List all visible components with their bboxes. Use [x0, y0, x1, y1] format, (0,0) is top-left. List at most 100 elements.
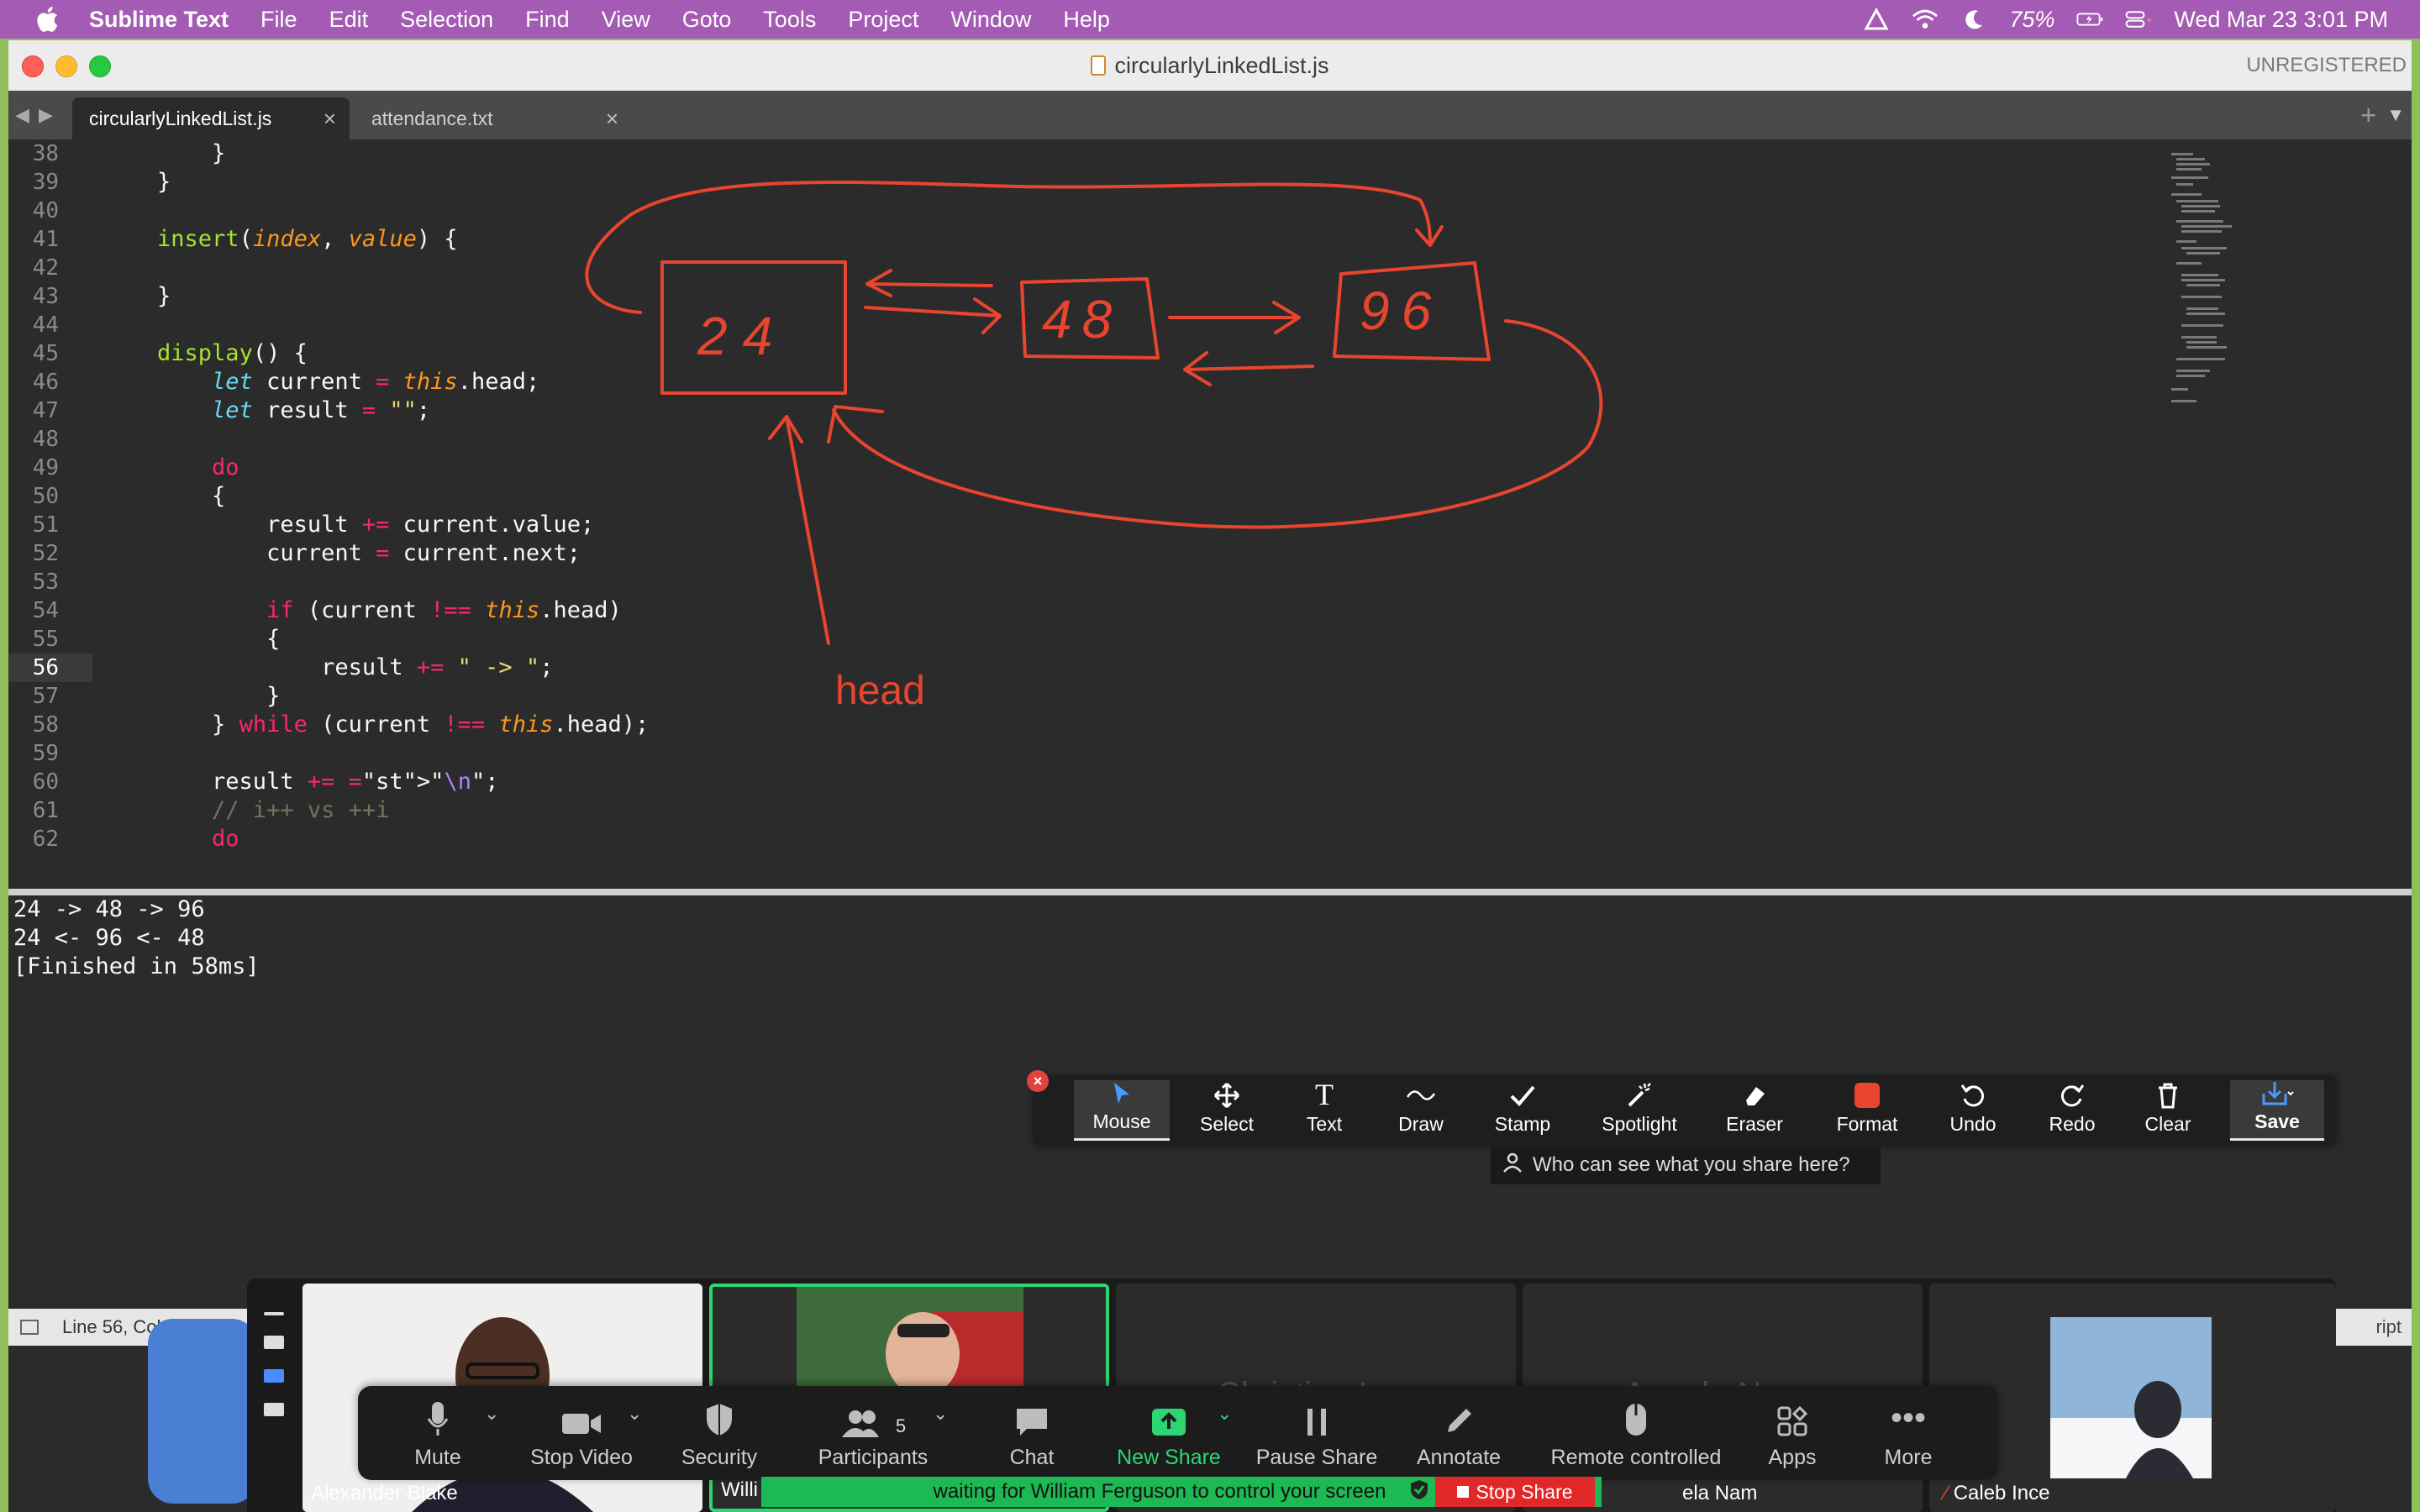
tool-draw[interactable]: Draw — [1375, 1080, 1467, 1141]
stop-video-button[interactable]: Stop Video — [523, 1394, 640, 1475]
pause-share-button[interactable]: Pause Share — [1254, 1394, 1380, 1475]
security-button[interactable]: Security — [677, 1394, 761, 1475]
share-visibility-hint[interactable]: Who can see what you share here? — [1491, 1146, 1881, 1184]
menu-selection[interactable]: Selection — [400, 7, 493, 33]
magic-wand-icon — [1623, 1080, 1656, 1110]
sidebar-toggle-icon[interactable] — [20, 1320, 39, 1335]
menu-app-name[interactable]: Sublime Text — [89, 7, 229, 33]
participant-video — [2050, 1317, 2212, 1478]
strip-view-icon[interactable] — [264, 1336, 284, 1349]
panel-divider[interactable] — [8, 889, 2412, 895]
annotate-toolbar: × Mouse Select T Text Draw Stamp Spotlig… — [1027, 1070, 2336, 1144]
new-tab-icon[interactable]: + — [2360, 91, 2376, 139]
tool-redo[interactable]: Redo — [2030, 1080, 2114, 1141]
more-button[interactable]: ••• More — [1870, 1394, 1946, 1475]
zoom-meeting-toolbar: Mute ⌄ Stop Video ⌄ Security 5 Participa… — [358, 1386, 1998, 1480]
tool-clear[interactable]: Clear — [2126, 1080, 2210, 1141]
focus-moon-icon[interactable] — [1960, 8, 1987, 31]
menu-goto[interactable]: Goto — [682, 7, 732, 33]
arrow-24-to-48 — [864, 297, 1002, 334]
button-label: Annotate — [1416, 1446, 1502, 1469]
new-share-button[interactable]: New Share — [1114, 1394, 1223, 1475]
tool-label: Save — [2254, 1110, 2300, 1132]
head-label: head — [835, 669, 925, 713]
button-label: More — [1884, 1446, 1933, 1469]
menu-edit[interactable]: Edit — [329, 7, 369, 33]
tool-mouse[interactable]: Mouse — [1074, 1080, 1170, 1141]
menu-find[interactable]: Find — [525, 7, 570, 33]
annotate-button[interactable]: Annotate — [1408, 1394, 1509, 1475]
stop-square-icon — [1457, 1486, 1470, 1498]
tool-label: Clear — [2144, 1113, 2191, 1135]
tool-stamp[interactable]: Stamp — [1472, 1080, 1573, 1141]
minimize-strip-icon[interactable] — [264, 1312, 284, 1315]
video-options-chevron-icon[interactable]: ⌄ — [627, 1403, 642, 1425]
tool-save[interactable]: Save — [2230, 1080, 2324, 1141]
finder-dock-icon[interactable] — [148, 1319, 257, 1504]
button-label: New Share — [1117, 1446, 1221, 1469]
audio-options-chevron-icon[interactable]: ⌄ — [484, 1403, 499, 1425]
loop-top — [585, 180, 1444, 314]
remote-control-button[interactable]: Remote controlled — [1539, 1394, 1733, 1475]
tool-undo[interactable]: Undo — [1931, 1080, 2015, 1141]
tab-forward-icon[interactable]: ▶ — [39, 91, 53, 139]
tab-attendance[interactable]: attendance.txt × — [355, 97, 632, 139]
checkmark-icon — [1506, 1080, 1539, 1110]
tool-spotlight[interactable]: Spotlight — [1583, 1080, 1696, 1141]
menu-view[interactable]: View — [602, 7, 650, 33]
chat-button[interactable]: Chat — [998, 1394, 1065, 1475]
mute-button[interactable]: Mute — [400, 1394, 476, 1475]
close-annotate-icon[interactable]: × — [1027, 1070, 1049, 1092]
grid-view-icon[interactable] — [264, 1403, 284, 1416]
syntax-label[interactable]: ript — [2375, 1309, 2402, 1346]
tool-text[interactable]: T Text — [1282, 1078, 1366, 1141]
microphone-icon — [427, 1399, 449, 1437]
strip-view-controls[interactable] — [264, 1312, 284, 1436]
tool-label: Redo — [2049, 1113, 2096, 1135]
color-swatch-icon — [1850, 1080, 1884, 1110]
menu-window[interactable]: Window — [950, 7, 1031, 33]
battery-icon[interactable] — [2076, 8, 2103, 31]
output-line: 24 -> 48 -> 96 — [13, 896, 205, 922]
menu-file[interactable]: File — [260, 7, 297, 33]
macos-menu-bar: Sublime Text File Edit Selection Find Vi… — [0, 0, 2420, 39]
arrow-48-to-24 — [865, 269, 993, 297]
share-options-chevron-icon[interactable]: ⌄ — [1217, 1403, 1232, 1425]
tab-circularly-linked-list[interactable]: circularlyLinkedList.js × — [72, 97, 350, 139]
loop-bottom — [827, 319, 1603, 529]
tab-close-icon[interactable]: × — [606, 106, 618, 132]
button-label: Apps — [1768, 1446, 1817, 1469]
tool-label: Text — [1306, 1113, 1343, 1135]
tool-select[interactable]: Select — [1176, 1080, 1277, 1141]
squiggle-icon — [1404, 1080, 1438, 1110]
code-editor[interactable]: 38 39 40 41 42 43 44 45 46 47 48 49 50 5… — [8, 139, 2412, 889]
people-icon: 5 — [840, 1399, 906, 1437]
clock[interactable]: Wed Mar 23 3:01 PM — [2174, 7, 2388, 33]
license-status: UNREGISTERED — [2246, 54, 2407, 76]
text-t-icon: T — [1315, 1078, 1334, 1111]
participants-options-chevron-icon[interactable]: ⌄ — [933, 1403, 948, 1425]
participants-button[interactable]: 5 Participants — [810, 1394, 936, 1475]
stop-share-button[interactable]: Stop Share — [1435, 1477, 1595, 1507]
shield-check-icon — [1409, 1478, 1429, 1506]
tool-format[interactable]: Format — [1817, 1080, 1918, 1141]
menu-project[interactable]: Project — [848, 7, 918, 33]
tab-menu-icon[interactable]: ▼ — [2386, 91, 2405, 139]
strip-list-icon[interactable] — [264, 1369, 284, 1383]
mouse-device-icon — [1623, 1399, 1649, 1437]
output-line: 24 <- 96 <- 48 — [13, 925, 205, 951]
menu-help[interactable]: Help — [1063, 7, 1110, 33]
node-label-24: 24 — [697, 306, 787, 366]
button-label: Mute — [414, 1446, 461, 1469]
apps-button[interactable]: Apps — [1754, 1394, 1830, 1475]
menu-tools[interactable]: Tools — [763, 7, 816, 33]
tab-close-icon[interactable]: × — [324, 106, 336, 132]
participants-count: 5 — [895, 1415, 907, 1436]
drive-icon[interactable] — [1863, 8, 1890, 31]
tool-eraser[interactable]: Eraser — [1706, 1080, 1803, 1141]
control-center-icon[interactable] — [2125, 8, 2152, 31]
apple-icon[interactable] — [34, 4, 64, 34]
wifi-icon[interactable] — [1912, 8, 1939, 31]
tab-back-icon[interactable]: ◀ — [15, 91, 29, 139]
button-label: Security — [681, 1446, 758, 1469]
